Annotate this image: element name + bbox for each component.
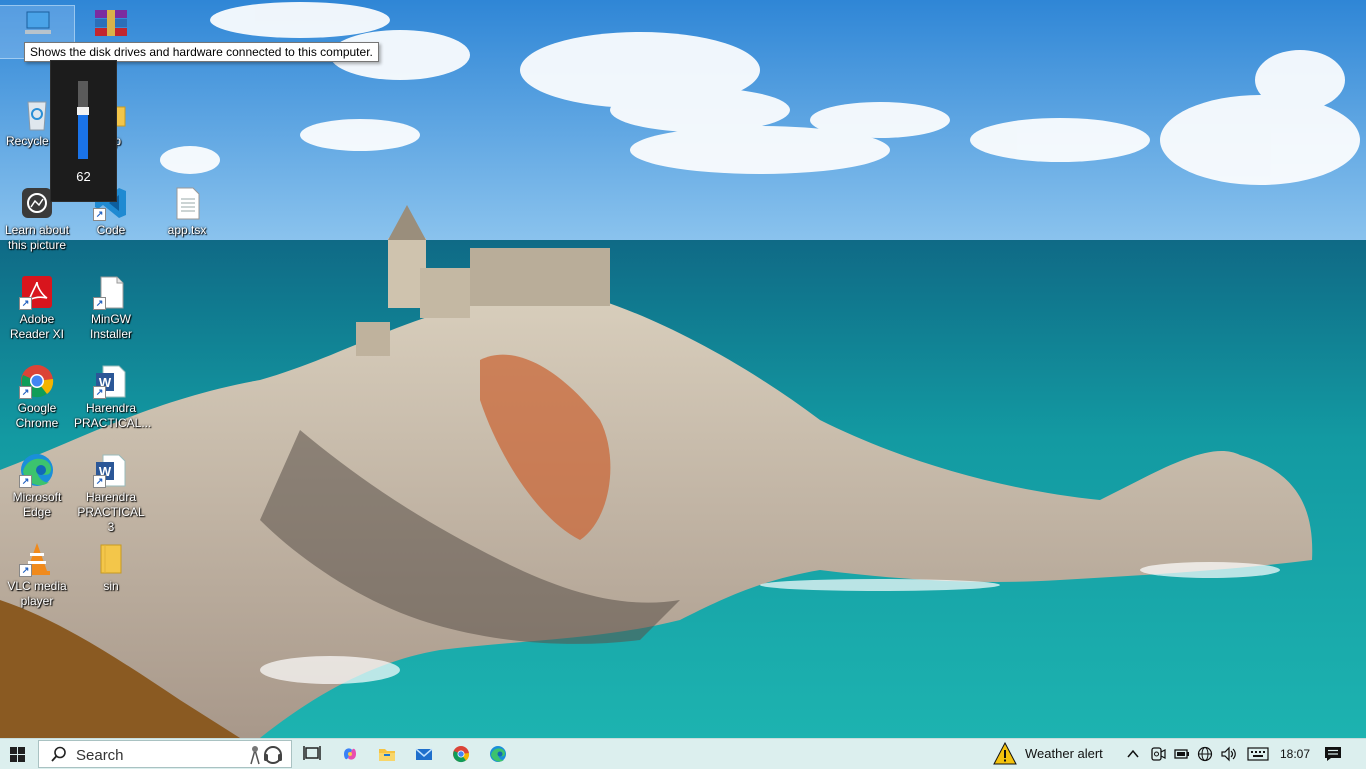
desktop-icon-label: sin	[103, 579, 119, 593]
show-hidden-icons-chevron-icon[interactable]	[1127, 748, 1139, 760]
desktop-icon-label: VLC media player	[7, 579, 67, 608]
adobe-reader-icon: ↗	[19, 274, 55, 310]
word-doc-icon: W ↗	[93, 363, 129, 399]
desktop-icon-app-tsx[interactable]: app.tsx	[150, 185, 224, 238]
desktop-icon-microsoft-edge[interactable]: ↗ Microsoft Edge	[0, 452, 74, 520]
windows-logo-icon	[10, 747, 25, 762]
winrar-icon	[93, 6, 129, 42]
desktop-icon-google-chrome[interactable]: ↗ Google Chrome	[0, 363, 74, 431]
desktop-icon-label: Adobe Reader XI	[9, 312, 65, 341]
desktop-icon-label: Learn about this picture	[4, 223, 70, 252]
edge-icon: ↗	[19, 452, 55, 488]
taskbar-clock[interactable]: 18:07	[1280, 747, 1310, 761]
copilot-button[interactable]	[332, 739, 368, 769]
desktop-icon-adobe-reader[interactable]: ↗ Adobe Reader XI	[0, 274, 74, 342]
desktop-icon-label: app.tsx	[167, 223, 207, 237]
desktop-icon-label: Harendra PRACTICAL 3	[77, 490, 145, 534]
shortcut-arrow-icon: ↗	[93, 386, 106, 399]
chrome-icon	[453, 746, 470, 763]
taskbar-search-box[interactable]: Search	[38, 740, 292, 768]
vlc-icon: ↗	[19, 541, 55, 577]
chrome-icon: ↗	[19, 363, 55, 399]
desktop-icon-word-document-1[interactable]: W ↗ Harendra PRACTICAL...	[74, 363, 152, 431]
task-view-button[interactable]	[294, 739, 330, 769]
taskbar: Search Weather alert 18:07	[0, 738, 1366, 769]
copilot-icon	[344, 748, 356, 760]
desktop-icon-label: Google Chrome	[15, 401, 59, 430]
shortcut-arrow-icon: ↗	[19, 297, 32, 310]
desktop-icon-sin-folder[interactable]: sin	[74, 541, 148, 594]
shortcut-arrow-icon: ↗	[19, 386, 32, 399]
volume-slider-fill	[78, 111, 88, 159]
desktop-icon-label: Harendra PRACTICAL...	[74, 401, 152, 430]
shortcut-arrow-icon: ↗	[93, 475, 106, 488]
file-explorer-button[interactable]	[369, 739, 405, 769]
speaker-volume-icon[interactable]	[1220, 746, 1238, 762]
desktop-wallpaper	[0, 0, 1366, 738]
volume-value: 62	[76, 169, 91, 184]
shortcut-arrow-icon: ↗	[19, 475, 32, 488]
this-pc-tooltip: Shows the disk drives and hardware conne…	[24, 42, 379, 62]
task-view-icon	[303, 746, 321, 760]
file-icon: ↗	[93, 274, 129, 310]
word-doc-icon: W ↗	[93, 452, 129, 488]
volume-slider[interactable]	[77, 81, 89, 159]
desktop-icon-winrar[interactable]	[74, 6, 148, 44]
file-explorer-icon	[379, 749, 395, 761]
search-icon	[51, 746, 66, 762]
notification-center-icon[interactable]	[1324, 746, 1342, 762]
edge-icon	[490, 746, 506, 762]
chrome-taskbar-button[interactable]	[443, 739, 479, 769]
desktop-icon-vlc[interactable]: ↗ VLC media player	[0, 541, 74, 609]
edge-taskbar-button[interactable]	[480, 739, 516, 769]
shortcut-arrow-icon: ↗	[93, 297, 106, 310]
shortcut-arrow-icon: ↗	[93, 208, 106, 221]
weather-alert-icon[interactable]	[993, 742, 1017, 766]
keyboard-icon[interactable]	[1247, 747, 1269, 761]
desktop-icon-mingw-installer[interactable]: ↗ MinGW Installer	[74, 274, 148, 342]
start-button[interactable]	[0, 739, 36, 769]
volume-flyout: 62	[50, 60, 117, 202]
meet-now-icon[interactable]	[1150, 746, 1166, 762]
network-globe-icon[interactable]	[1197, 746, 1213, 762]
volume-slider-thumb[interactable]	[77, 107, 89, 115]
shortcut-arrow-icon: ↗	[19, 564, 32, 577]
mail-button[interactable]	[406, 739, 442, 769]
search-highlight-icon	[250, 746, 282, 765]
text-file-icon	[169, 185, 205, 221]
this-pc-icon	[19, 6, 55, 42]
desktop-icon-label: MinGW Installer	[89, 312, 133, 341]
folder-icon	[93, 541, 129, 577]
mail-icon	[415, 748, 433, 760]
desktop-icon-label: Code	[96, 223, 126, 237]
desktop-icon-word-document-2[interactable]: W ↗ Harendra PRACTICAL 3	[74, 452, 148, 535]
weather-alert-text[interactable]: Weather alert	[1025, 746, 1103, 761]
desktop-icon-label: Microsoft Edge	[12, 490, 62, 519]
battery-icon[interactable]	[1174, 748, 1190, 760]
search-placeholder: Search	[76, 747, 124, 764]
